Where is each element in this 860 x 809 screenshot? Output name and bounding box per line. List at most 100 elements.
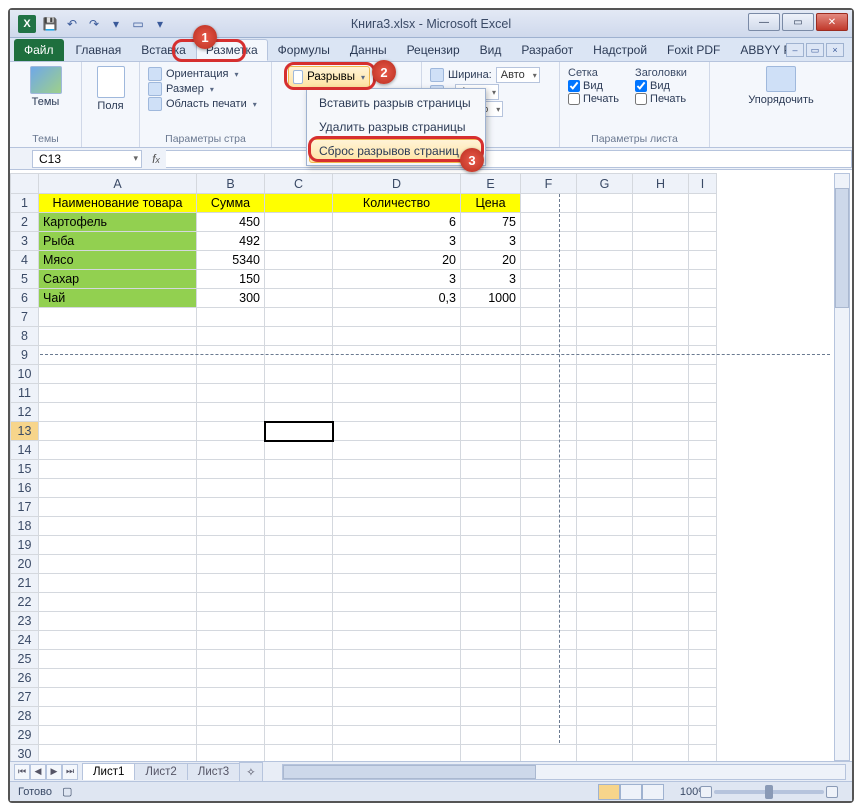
- row-header-21[interactable]: 21: [11, 574, 39, 593]
- gridlines-view-checkbox[interactable]: Вид: [568, 80, 619, 92]
- minimize-button[interactable]: —: [748, 13, 780, 31]
- sheet-tab-active[interactable]: Лист1: [82, 763, 135, 780]
- size-button[interactable]: Размер▾: [148, 82, 263, 96]
- col-header-F[interactable]: F: [521, 174, 577, 194]
- tab-надстрой[interactable]: Надстрой: [583, 39, 657, 61]
- select-all-corner[interactable]: [11, 174, 39, 194]
- vertical-scrollbar[interactable]: [834, 173, 850, 761]
- sheet-tab-3[interactable]: Лист3: [187, 763, 240, 780]
- tab-главная[interactable]: Главная: [66, 39, 132, 61]
- cell[interactable]: 1000: [461, 289, 521, 308]
- col-header-C[interactable]: C: [265, 174, 333, 194]
- cell[interactable]: 3: [461, 270, 521, 289]
- row-header-20[interactable]: 20: [11, 555, 39, 574]
- row-header-15[interactable]: 15: [11, 460, 39, 479]
- breaks-button[interactable]: Разрывы▾: [288, 66, 370, 88]
- col-header-B[interactable]: B: [197, 174, 265, 194]
- name-box[interactable]: C13: [32, 150, 142, 168]
- col-header-I[interactable]: I: [689, 174, 717, 194]
- qat-undo-icon[interactable]: ↶: [64, 16, 80, 32]
- active-cell[interactable]: [265, 422, 333, 441]
- row-header-29[interactable]: 29: [11, 726, 39, 745]
- col-header-A[interactable]: A: [39, 174, 197, 194]
- table-header-sum[interactable]: Сумма: [197, 194, 265, 213]
- cell[interactable]: 3: [333, 270, 461, 289]
- menu-remove-break[interactable]: Удалить разрыв страницы: [309, 115, 483, 139]
- cell[interactable]: [265, 251, 333, 270]
- col-header-H[interactable]: H: [633, 174, 689, 194]
- horizontal-scrollbar[interactable]: [282, 764, 846, 780]
- arrange-button[interactable]: Упорядочить: [718, 66, 844, 106]
- margins-button[interactable]: Поля: [90, 66, 131, 112]
- cell[interactable]: [265, 270, 333, 289]
- fx-icon[interactable]: fx: [146, 152, 166, 166]
- table-header-qty[interactable]: Количество: [333, 194, 461, 213]
- print-area-button[interactable]: Область печати▾: [148, 97, 263, 111]
- row-header-16[interactable]: 16: [11, 479, 39, 498]
- cell[interactable]: Рыба: [39, 232, 197, 251]
- row-header-27[interactable]: 27: [11, 688, 39, 707]
- row-header-3[interactable]: 3: [11, 232, 39, 251]
- col-header-E[interactable]: E: [461, 174, 521, 194]
- tab-file[interactable]: Файл: [14, 39, 64, 61]
- cell[interactable]: 20: [333, 251, 461, 270]
- tab-foxit pdf[interactable]: Foxit PDF: [657, 39, 730, 61]
- cell[interactable]: 75: [461, 213, 521, 232]
- row-header-1[interactable]: 1: [11, 194, 39, 213]
- col-header-D[interactable]: D: [333, 174, 461, 194]
- cell[interactable]: 6: [333, 213, 461, 232]
- zoom-slider[interactable]: [714, 790, 824, 794]
- row-header-28[interactable]: 28: [11, 707, 39, 726]
- themes-button[interactable]: Темы: [18, 66, 73, 108]
- row-header-8[interactable]: 8: [11, 327, 39, 346]
- cell[interactable]: 0,3: [333, 289, 461, 308]
- cell[interactable]: Сахар: [39, 270, 197, 289]
- row-header-22[interactable]: 22: [11, 593, 39, 612]
- row-header-9[interactable]: 9: [11, 346, 39, 365]
- doc-restore-button[interactable]: ▭: [806, 43, 824, 57]
- macro-record-icon[interactable]: ▢: [62, 785, 72, 798]
- tab-вставка[interactable]: Вставка: [131, 39, 196, 61]
- row-header-17[interactable]: 17: [11, 498, 39, 517]
- row-header-10[interactable]: 10: [11, 365, 39, 384]
- row-header-14[interactable]: 14: [11, 441, 39, 460]
- close-button[interactable]: ✕: [816, 13, 848, 31]
- cell[interactable]: 20: [461, 251, 521, 270]
- menu-reset-breaks[interactable]: Сброс разрывов страниц: [309, 139, 483, 163]
- maximize-button[interactable]: ▭: [782, 13, 814, 31]
- orientation-button[interactable]: Ориентация▾: [148, 67, 263, 81]
- view-normal-button[interactable]: [598, 784, 620, 800]
- qat-more-icon[interactable]: ▾: [108, 16, 124, 32]
- row-header-30[interactable]: 30: [11, 745, 39, 762]
- qat-doc-icon[interactable]: ▭: [130, 16, 146, 32]
- row-header-4[interactable]: 4: [11, 251, 39, 270]
- cell[interactable]: [265, 289, 333, 308]
- headings-print-checkbox[interactable]: Печать: [635, 93, 687, 105]
- row-header-23[interactable]: 23: [11, 612, 39, 631]
- cell[interactable]: 492: [197, 232, 265, 251]
- table-header-price[interactable]: Цена: [461, 194, 521, 213]
- cell[interactable]: 3: [461, 232, 521, 251]
- menu-insert-break[interactable]: Вставить разрыв страницы: [309, 91, 483, 115]
- table-header-name[interactable]: Наименование товара: [39, 194, 197, 213]
- doc-minimize-button[interactable]: –: [786, 43, 804, 57]
- tab-вид[interactable]: Вид: [470, 39, 512, 61]
- qat-redo-icon[interactable]: ↷: [86, 16, 102, 32]
- row-header-13[interactable]: 13: [11, 422, 39, 441]
- row-header-5[interactable]: 5: [11, 270, 39, 289]
- doc-close-button[interactable]: ×: [826, 43, 844, 57]
- sheet-tab-2[interactable]: Лист2: [134, 763, 187, 780]
- sheet-nav-last[interactable]: ⏭: [62, 764, 78, 780]
- headings-view-checkbox[interactable]: Вид: [635, 80, 687, 92]
- view-break-button[interactable]: [642, 784, 664, 800]
- row-header-2[interactable]: 2: [11, 213, 39, 232]
- cell[interactable]: Чай: [39, 289, 197, 308]
- row-header-12[interactable]: 12: [11, 403, 39, 422]
- width-select[interactable]: Авто: [496, 67, 540, 83]
- cell[interactable]: 300: [197, 289, 265, 308]
- gridlines-print-checkbox[interactable]: Печать: [568, 93, 619, 105]
- cell[interactable]: [265, 213, 333, 232]
- row-header-18[interactable]: 18: [11, 517, 39, 536]
- tab-формулы[interactable]: Формулы: [268, 39, 340, 61]
- tab-рецензир[interactable]: Рецензир: [397, 39, 470, 61]
